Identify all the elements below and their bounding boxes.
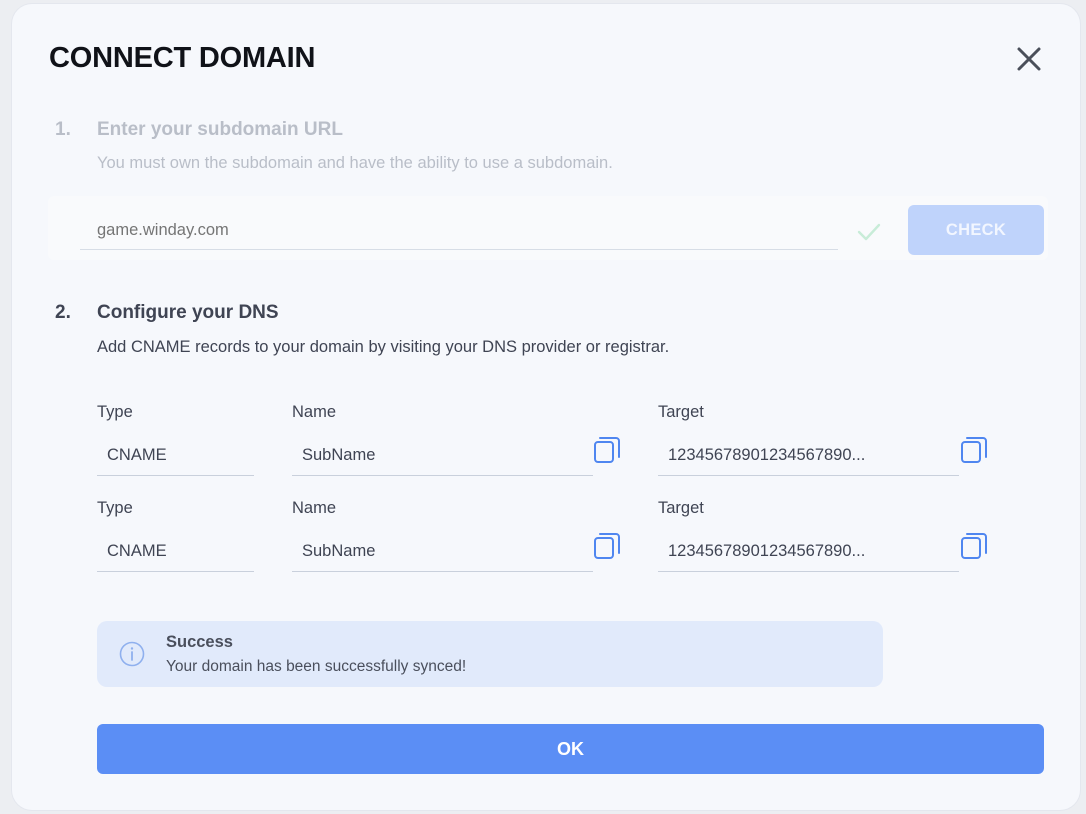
alert-title: Success xyxy=(166,633,233,651)
dialog-title: CONNECT DOMAIN xyxy=(49,42,316,74)
checkmark-icon xyxy=(857,223,881,241)
success-alert: Success Your domain has been successfull… xyxy=(97,621,883,687)
record-1-type-label: Type xyxy=(97,403,133,421)
record-2-name-label: Name xyxy=(292,499,337,517)
step-1-number: 1. xyxy=(55,119,71,140)
copy-icon xyxy=(594,437,620,463)
record-2-target-field[interactable]: 12345678901234567890... xyxy=(658,534,959,572)
alert-message: Your domain has been successfully synced… xyxy=(166,658,467,675)
close-button[interactable] xyxy=(1014,44,1044,74)
copy-icon xyxy=(594,533,620,559)
record-2-type-label: Type xyxy=(97,499,133,517)
info-icon xyxy=(119,641,145,667)
close-icon xyxy=(1017,47,1041,71)
step-2-title: Configure your DNS xyxy=(97,302,279,323)
step-1-title: Enter your subdomain URL xyxy=(97,119,343,140)
record-1-target-field[interactable]: 12345678901234567890... xyxy=(658,438,959,476)
copy-icon xyxy=(961,437,987,463)
subdomain-input[interactable] xyxy=(80,212,838,250)
record-1-name-label: Name xyxy=(292,403,337,421)
record-2-name-field[interactable]: SubName xyxy=(292,534,593,572)
record-1-type-field[interactable]: CNAME xyxy=(97,438,254,476)
record-2-type-field[interactable]: CNAME xyxy=(97,534,254,572)
copy-icon xyxy=(961,533,987,559)
connect-domain-dialog: CONNECT DOMAIN 1. Enter your subdomain U… xyxy=(12,4,1080,810)
step-2-number: 2. xyxy=(55,302,71,323)
record-1-copy-target-button[interactable] xyxy=(959,435,989,465)
record-1-name-field[interactable]: SubName xyxy=(292,438,593,476)
record-1-target-label: Target xyxy=(658,403,704,421)
step-1-description: You must own the subdomain and have the … xyxy=(97,154,613,172)
step-2-description: Add CNAME records to your domain by visi… xyxy=(97,338,670,356)
check-button[interactable]: CHECK xyxy=(908,205,1044,255)
ok-button[interactable]: OK xyxy=(97,724,1044,774)
record-2-copy-name-button[interactable] xyxy=(592,531,622,561)
record-2-copy-target-button[interactable] xyxy=(959,531,989,561)
record-2-target-label: Target xyxy=(658,499,704,517)
record-1-copy-name-button[interactable] xyxy=(592,435,622,465)
